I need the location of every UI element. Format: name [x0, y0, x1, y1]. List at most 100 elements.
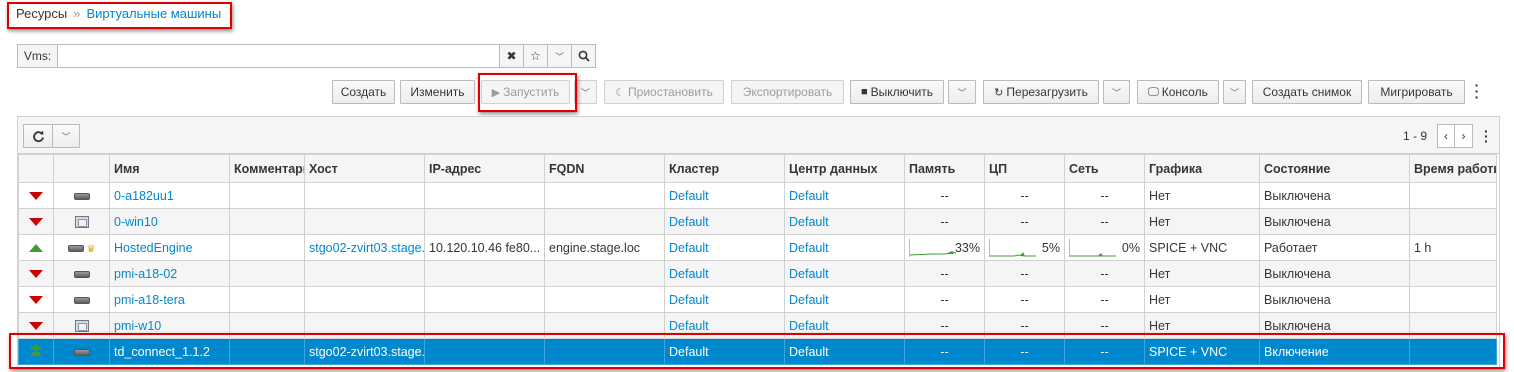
star-icon[interactable]: ☆ — [524, 44, 548, 68]
status-cell — [18, 312, 54, 339]
table-row[interactable]: ♛ HostedEngine stgo02-zvirt03.stage. 10.… — [18, 234, 1497, 261]
col-datacenter[interactable]: Центр данных — [784, 154, 905, 183]
host-link[interactable]: stgo02-zvirt03.stage. — [309, 345, 424, 359]
search-input[interactable] — [58, 44, 500, 68]
datacenter-link[interactable]: Default — [789, 267, 829, 281]
vm-name-link[interactable]: td_connect_1.1.2 — [114, 345, 210, 359]
col-cluster[interactable]: Кластер — [664, 154, 785, 183]
cluster-link[interactable]: Default — [669, 215, 709, 229]
col-name[interactable]: Имя — [109, 154, 230, 183]
vm-name-link[interactable]: pmi-a18-02 — [114, 267, 177, 281]
datacenter-cell: Default — [784, 182, 905, 209]
refresh-button[interactable] — [23, 124, 53, 148]
col-uptime[interactable]: Время работы — [1409, 154, 1497, 183]
desktop-icon — [74, 320, 89, 333]
chevron-down-icon[interactable]: ﹀ — [548, 44, 572, 68]
table-row[interactable]: 0-a182uu1 Default Default -- -- -- Нет В… — [18, 182, 1497, 209]
reboot-button-label: Перезагрузить — [1006, 85, 1088, 99]
table-row[interactable]: 0-win10 Default Default -- -- -- Нет Вык… — [18, 208, 1497, 235]
col-type[interactable] — [53, 154, 110, 183]
breadcrumb: Ресурсы » Виртуальные машины — [16, 6, 221, 21]
vm-name-link[interactable]: HostedEngine — [114, 241, 193, 255]
cpu-value: 5% — [1041, 240, 1060, 255]
run-button[interactable]: ▶ Запустить — [481, 80, 570, 104]
type-cell — [53, 260, 110, 287]
vm-name-link[interactable]: 0-a182uu1 — [114, 189, 174, 203]
kebab-menu-icon[interactable]: · · · — [1472, 78, 1482, 104]
server-icon — [73, 348, 90, 356]
cluster-link[interactable]: Default — [669, 293, 709, 307]
run-dropdown-button[interactable]: ﹀ — [574, 80, 597, 104]
next-page-button[interactable]: › — [1455, 124, 1473, 148]
datacenter-link[interactable]: Default — [789, 345, 829, 359]
search-icon[interactable] — [572, 44, 596, 68]
run-button-label: Запустить — [503, 85, 560, 99]
fqdn-cell — [544, 286, 665, 313]
prev-page-button[interactable]: ‹ — [1437, 124, 1455, 148]
type-cell: ♛ — [53, 234, 110, 261]
refresh-icon — [32, 130, 44, 142]
type-cell — [53, 312, 110, 339]
table-row-selected[interactable]: td_connect_1.1.2 stgo02-zvirt03.stage. D… — [18, 338, 1497, 365]
datacenter-cell: Default — [784, 312, 905, 339]
breadcrumb-current[interactable]: Виртуальные машины — [87, 6, 222, 21]
ip-cell — [424, 338, 545, 365]
shutdown-dropdown-button[interactable]: ﹀ — [948, 80, 976, 104]
host-link[interactable]: stgo02-zvirt03.stage. — [309, 241, 424, 255]
datacenter-link[interactable]: Default — [789, 189, 829, 203]
datacenter-link[interactable]: Default — [789, 241, 829, 255]
chevron-down-icon: ﹀ — [1229, 87, 1239, 98]
vm-name-link[interactable]: 0-win10 — [114, 215, 158, 229]
console-button[interactable]: 🖵 Консоль — [1137, 80, 1219, 104]
pagination-range: 1 - 9 — [1403, 129, 1428, 143]
status-cell — [18, 208, 54, 235]
cluster-cell: Default — [664, 312, 785, 339]
shutdown-button[interactable]: ■ Выключить — [850, 80, 944, 104]
reboot-dropdown-button[interactable]: ﹀ — [1103, 80, 1130, 104]
reboot-button[interactable]: ↻ Перезагрузить — [983, 80, 1099, 104]
col-comment[interactable]: Комментарий — [229, 154, 305, 183]
clear-icon[interactable]: ✖ — [500, 44, 524, 68]
col-host[interactable]: Хост — [304, 154, 425, 183]
graphics-cell: SPICE + VNC — [1144, 338, 1260, 365]
kebab-menu-icon[interactable]: · · · — [1484, 124, 1489, 148]
create-button[interactable]: Создать — [332, 80, 395, 104]
snapshot-button[interactable]: Создать снимок — [1252, 80, 1362, 104]
col-memory[interactable]: Память — [904, 154, 985, 183]
cluster-link[interactable]: Default — [669, 319, 709, 333]
datacenter-link[interactable]: Default — [789, 319, 829, 333]
migrate-button[interactable]: Мигрировать — [1368, 80, 1465, 104]
datacenter-link[interactable]: Default — [789, 293, 829, 307]
table-row[interactable]: pmi-a18-tera Default Default -- -- -- Не… — [18, 286, 1497, 313]
console-dropdown-button[interactable]: ﹀ — [1223, 80, 1246, 104]
vm-name-link[interactable]: pmi-w10 — [114, 319, 161, 333]
suspend-button[interactable]: ☾ Приостановить — [604, 80, 724, 104]
col-ip[interactable]: IP-адрес — [424, 154, 545, 183]
export-button[interactable]: Экспортировать — [731, 80, 844, 104]
col-graphics[interactable]: Графика — [1144, 154, 1260, 183]
edit-button[interactable]: Изменить — [400, 80, 475, 104]
host-cell: stgo02-zvirt03.stage. — [304, 338, 425, 365]
refresh-dropdown-button[interactable]: ﹀ — [53, 124, 80, 148]
breadcrumb-separator: » — [73, 6, 81, 21]
col-network[interactable]: Сеть — [1064, 154, 1145, 183]
cluster-link[interactable]: Default — [669, 241, 709, 255]
vm-name-link[interactable]: pmi-a18-tera — [114, 293, 185, 307]
datacenter-link[interactable]: Default — [789, 215, 829, 229]
table-row[interactable]: pmi-w10 Default Default -- -- -- Нет Вык… — [18, 312, 1497, 339]
cluster-cell: Default — [664, 182, 785, 209]
breadcrumb-resources[interactable]: Ресурсы — [16, 6, 67, 21]
cpu-cell: -- — [984, 182, 1065, 209]
cluster-link[interactable]: Default — [669, 189, 709, 203]
col-status[interactable] — [18, 154, 54, 183]
col-cpu[interactable]: ЦП — [984, 154, 1065, 183]
cluster-link[interactable]: Default — [669, 267, 709, 281]
datacenter-cell: Default — [784, 286, 905, 313]
col-state[interactable]: Состояние — [1259, 154, 1410, 183]
console-button-label: Консоль — [1161, 85, 1208, 99]
table-row[interactable]: pmi-a18-02 Default Default -- -- -- Нет … — [18, 260, 1497, 287]
cluster-link[interactable]: Default — [669, 345, 709, 359]
name-cell: 0-win10 — [109, 208, 230, 235]
chevron-down-icon: ﹀ — [957, 87, 967, 98]
col-fqdn[interactable]: FQDN — [544, 154, 665, 183]
